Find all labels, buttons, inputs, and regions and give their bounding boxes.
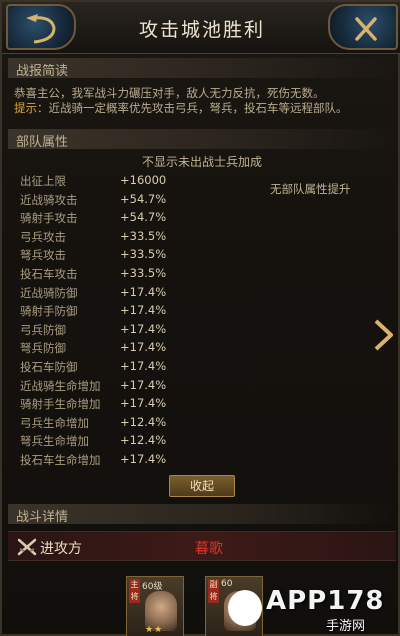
attribute-name: 弓兵攻击 xyxy=(20,229,66,244)
battle-report-title: 战报简读 xyxy=(16,64,69,79)
attribute-name: 弓兵防御 xyxy=(20,322,66,337)
attribute-row: 骑射手防御 +17.4% xyxy=(20,303,220,319)
close-button[interactable] xyxy=(328,4,398,50)
general-role-badge: 主将 xyxy=(129,579,140,603)
collapse-button[interactable]: 收起 xyxy=(169,475,235,497)
attribute-value: +17.4% xyxy=(120,303,167,318)
attributes-note: 不显示未出战士兵加成 xyxy=(141,155,262,169)
attribute-name: 投石车生命增加 xyxy=(20,453,101,467)
battle-report-text: 恭喜主公，我军战斗力碾压对手，敌人无力反抗，死伤无数。 提示：近战骑一定概率优先… xyxy=(14,86,390,116)
attribute-row: 出征上限 +16000 xyxy=(20,173,220,189)
attribute-value: +33.5% xyxy=(120,247,167,262)
attribute-row: 近战骑防御 +17.4% xyxy=(20,285,220,301)
attribute-value: +17.4% xyxy=(120,284,167,299)
attacker-label: 进攻方 xyxy=(40,541,82,557)
attribute-name: 近战骑生命增加 xyxy=(20,378,101,393)
attribute-row: 投石车防御 +17.4% xyxy=(20,359,220,375)
report-body: 恭喜主公，我军战斗力碾压对手，敌人无力反抗，死伤无数。 xyxy=(14,86,325,100)
attribute-row: 弓兵生命增加 +12.4% xyxy=(20,415,220,431)
attribute-value: +17.4% xyxy=(120,359,167,373)
attribute-value: +33.5% xyxy=(120,266,167,280)
crossed-swords-icon xyxy=(17,538,37,556)
close-icon xyxy=(355,17,377,41)
troop-attributes-header: 部队属性 xyxy=(8,129,396,150)
attribute-name: 弩兵生命增加 xyxy=(20,434,89,449)
no-attribute-note: 无部队属性提升 xyxy=(270,182,351,196)
battle-details-title: 战斗详情 xyxy=(16,510,69,525)
battle-details-header: 战斗详情 xyxy=(8,504,396,525)
attribute-row: 骑射手攻击 +54.7% xyxy=(20,210,220,226)
title-bar: 攻击城池胜利 xyxy=(2,2,400,54)
attribute-name: 投石车防御 xyxy=(20,360,78,374)
attribute-value: +12.4% xyxy=(120,414,167,429)
attribute-value: +17.4% xyxy=(120,377,167,392)
attribute-name: 骑射手生命增加 xyxy=(20,397,101,412)
attribute-name: 近战骑攻击 xyxy=(20,192,78,207)
attribute-value: +17.4% xyxy=(120,340,167,355)
attribute-name: 投石车攻击 xyxy=(20,267,78,281)
general-cards: 主将 60级 ★★ 副将 60 APP178 手游网 xyxy=(2,568,400,636)
attribute-name: 骑射手防御 xyxy=(20,304,78,319)
attribute-value: +54.7% xyxy=(120,191,167,206)
attribute-value: +54.7% xyxy=(120,210,167,225)
watermark-text: APP178 xyxy=(266,586,385,616)
attribute-name: 弩兵攻击 xyxy=(20,248,66,263)
attribute-row: 弓兵防御 +17.4% xyxy=(20,322,220,338)
attribute-name: 骑射手攻击 xyxy=(20,211,78,226)
victory-panel: 攻击城池胜利 战报简读 恭喜主公，我军战斗力碾压对手，敌人无力反抗，死伤无数。 … xyxy=(0,0,400,636)
attribute-value: +17.4% xyxy=(120,396,167,411)
attacker-bar: 进攻方 暮歌 xyxy=(8,531,396,561)
next-arrow-icon[interactable] xyxy=(372,318,394,352)
attribute-row: 近战骑生命增加 +17.4% xyxy=(20,378,220,394)
attribute-row: 弓兵攻击 +33.5% xyxy=(20,229,220,245)
troop-attributes-title: 部队属性 xyxy=(16,135,69,150)
attribute-value: +33.5% xyxy=(120,228,167,243)
tip-text: 近战骑一定概率优先攻击弓兵，弩兵，投石车等远程部队。 xyxy=(48,101,348,115)
attribute-name: 近战骑防御 xyxy=(20,285,78,300)
report-tip: 提示：近战骑一定概率优先攻击弓兵，弩兵，投石车等远程部队。 xyxy=(14,101,390,116)
attribute-name: 弩兵防御 xyxy=(20,341,66,356)
attribute-name: 出征上限 xyxy=(20,174,66,188)
battle-report-header: 战报简读 xyxy=(8,58,396,79)
tip-label: 提示： xyxy=(14,101,49,115)
general-role-badge: 副将 xyxy=(208,579,219,603)
watermark-logo: APP178 手游网 xyxy=(228,586,396,634)
attribute-value: +17.4% xyxy=(120,321,167,336)
attribute-row: 投石车攻击 +33.5% xyxy=(20,266,220,282)
attribute-value: +17.4% xyxy=(120,452,167,466)
watermark-mark-icon xyxy=(228,590,262,626)
attribute-row: 骑射手生命增加 +17.4% xyxy=(20,396,220,412)
attribute-row: 近战骑攻击 +54.7% xyxy=(20,192,220,208)
attribute-row: 弩兵防御 +17.4% xyxy=(20,340,220,356)
general-card-main[interactable]: 主将 60级 ★★ xyxy=(126,576,184,636)
attribute-row: 弩兵生命增加 +12.4% xyxy=(20,433,220,449)
player-name: 暮歌 xyxy=(195,541,223,557)
attribute-value: +12.4% xyxy=(120,433,167,448)
attribute-value: +16000 xyxy=(120,173,167,187)
general-stars: ★★ xyxy=(145,625,164,635)
attribute-row: 弩兵攻击 +33.5% xyxy=(20,247,220,263)
attribute-row: 投石车生命增加 +17.4% xyxy=(20,452,220,468)
attribute-name: 弓兵生命增加 xyxy=(20,415,89,430)
watermark-subtext: 手游网 xyxy=(326,619,366,634)
